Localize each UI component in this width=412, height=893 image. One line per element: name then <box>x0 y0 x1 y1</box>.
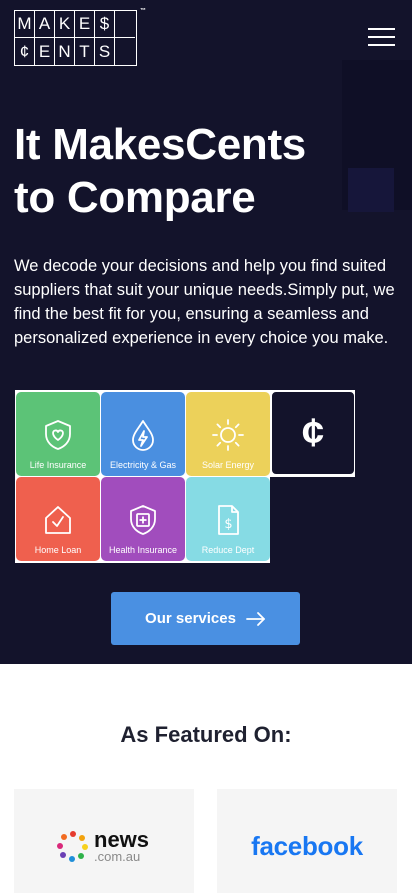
service-tiles: Life Insurance Electricity & Gas Solar E… <box>15 390 355 563</box>
news-logo: news .com.au <box>56 829 166 865</box>
service-tile-label: Home Loan <box>34 544 82 555</box>
service-tile-label: Electricity & Gas <box>109 459 176 470</box>
featured-card-news[interactable]: news .com.au <box>14 789 194 893</box>
news-domain: .com.au <box>94 849 141 864</box>
energy-drop-icon <box>132 420 154 451</box>
logo-letter <box>115 38 135 65</box>
arrow-right-icon <box>246 611 265 626</box>
trademark-symbol: ™ <box>140 8 146 14</box>
svg-text:$: $ <box>224 517 232 532</box>
home-check-icon <box>45 506 71 534</box>
logo-letter: S <box>95 38 115 65</box>
dollar-document-icon: $ <box>218 505 239 535</box>
cent-brand-tile: ¢ <box>271 391 355 475</box>
facebook-wordmark: facebook <box>251 831 363 861</box>
shield-heart-icon <box>45 420 71 450</box>
logo-letter: T <box>75 38 95 65</box>
our-services-label: Our services <box>145 610 236 627</box>
service-tile-life-insurance[interactable]: Life Insurance <box>16 392 100 476</box>
service-tile-label: Health Insurance <box>108 544 178 555</box>
news-dots-icon <box>57 831 88 862</box>
logo-letter: K <box>55 11 75 38</box>
site-logo[interactable]: M A K E $ ¢ E N T S ™ <box>14 8 146 67</box>
logo-letter: $ <box>95 11 115 38</box>
logo-grid: M A K E $ ¢ E N T S <box>14 10 137 66</box>
shield-plus-icon <box>130 505 156 535</box>
service-tile-label: Life Insurance <box>29 459 87 470</box>
logo-letter: ¢ <box>15 38 35 65</box>
our-services-button[interactable]: Our services <box>111 592 300 645</box>
service-tile-label: Solar Energy <box>201 459 255 470</box>
service-tile-electricity-gas[interactable]: Electricity & Gas <box>101 392 185 476</box>
service-tile-health-insurance[interactable]: Health Insurance <box>101 477 185 561</box>
sun-icon <box>212 419 244 451</box>
featured-heading: As Featured On: <box>120 722 292 747</box>
logo-letter: M <box>15 11 35 38</box>
logo-letter: N <box>55 38 75 65</box>
cent-glyph: ¢ <box>301 411 325 455</box>
hero-section: M A K E $ ¢ E N T S ™ It MakesCents to Compare We… <box>0 0 412 664</box>
hero-title-line-1: It MakesCents <box>14 120 306 169</box>
news-wordmark: news <box>94 827 150 852</box>
logo-letter: E <box>35 38 55 65</box>
logo-letter <box>115 11 135 38</box>
service-tile-solar-energy[interactable]: Solar Energy <box>186 392 270 476</box>
hero-title-line-2: to Compare <box>14 173 256 222</box>
logo-letter: E <box>75 11 95 38</box>
service-tile-reduce-dept[interactable]: $ Reduce Dept <box>186 477 270 561</box>
logo-letter: A <box>35 11 55 38</box>
hero-description: We decode your decisions and help you fi… <box>14 257 395 347</box>
service-tile-home-loan[interactable]: Home Loan <box>16 477 100 561</box>
hero-title: It MakesCents to Compare <box>14 118 394 224</box>
featured-card-facebook[interactable]: facebook <box>217 789 397 893</box>
page: M A K E $ ¢ E N T S ™ It MakesCents to Compare We… <box>0 0 412 893</box>
hamburger-menu-icon[interactable] <box>368 26 395 48</box>
service-tile-label: Reduce Dept <box>201 544 255 555</box>
